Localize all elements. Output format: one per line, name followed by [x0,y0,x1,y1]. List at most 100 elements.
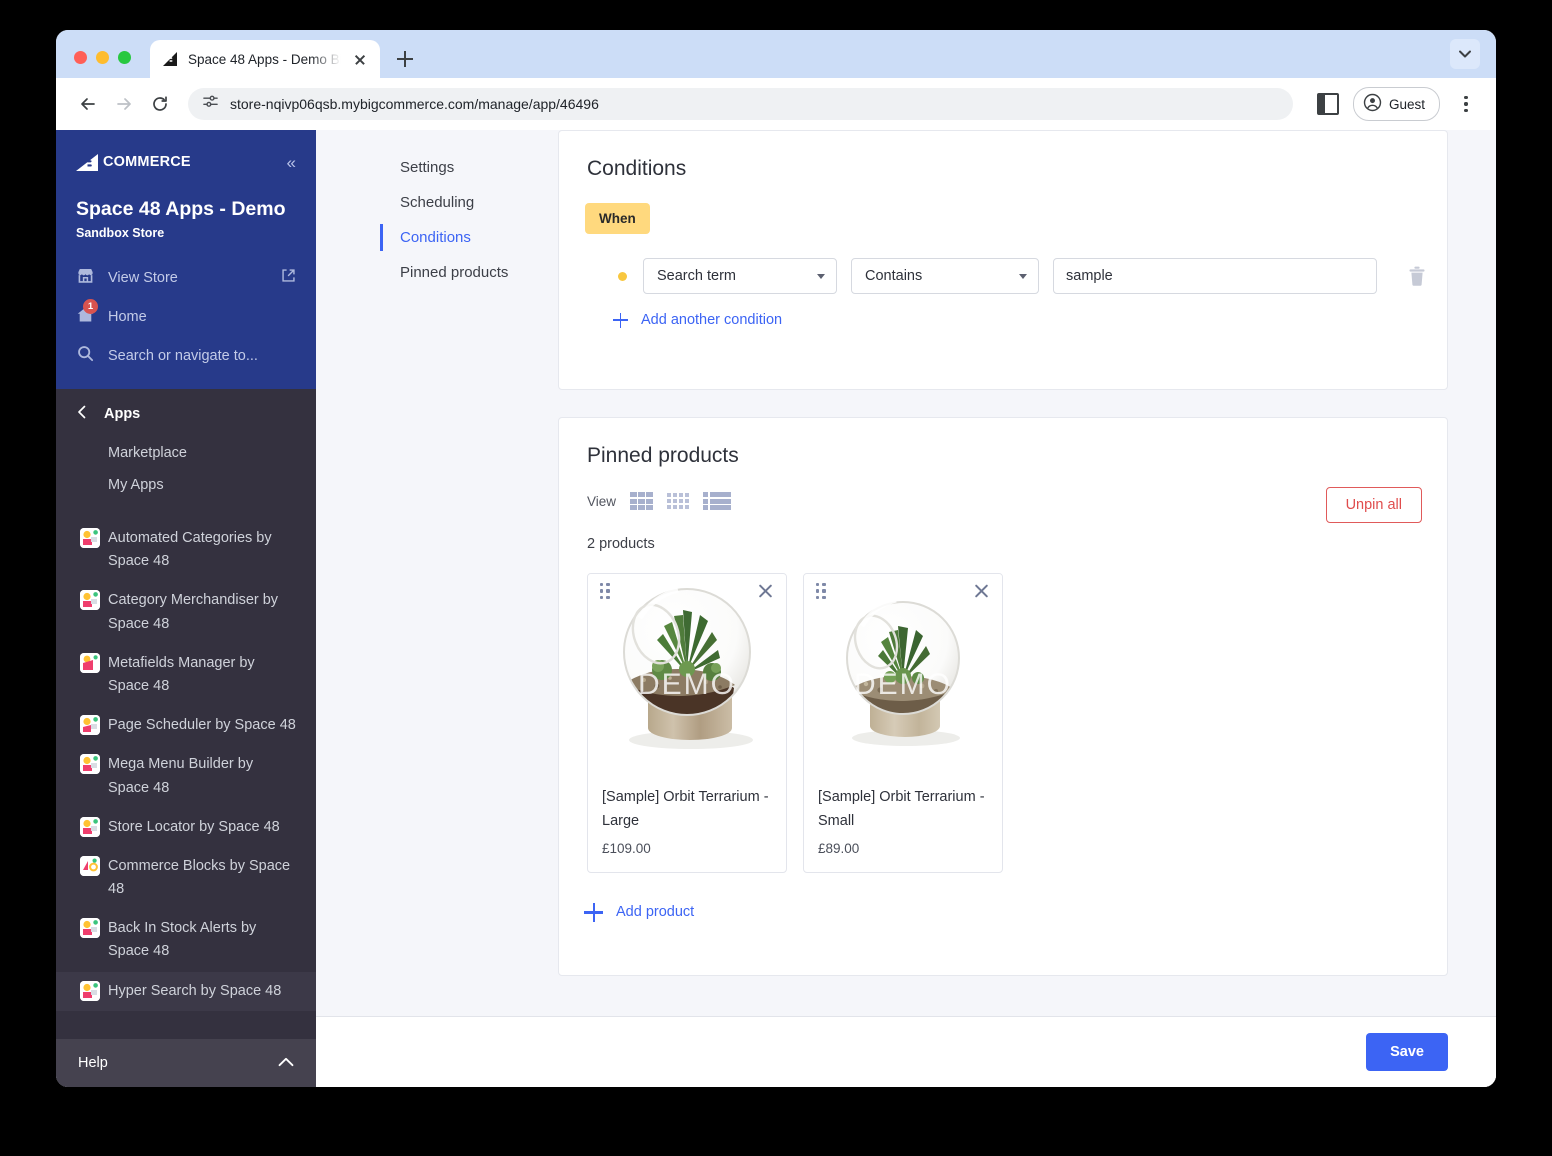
page-settings-icon[interactable] [202,93,219,115]
save-button[interactable]: Save [1366,1033,1448,1071]
view-label: View [587,493,617,509]
drag-handle-icon[interactable] [816,582,826,600]
store-subtitle: Sandbox Store [76,226,165,240]
close-icon[interactable] [757,583,774,600]
sidebar-item-marketplace[interactable]: Marketplace [56,437,316,469]
store-name: Space 48 Apps - Demo [76,198,286,220]
bigcommerce-sidebar: COMMERCE « Space 48 Apps - Demo Sandbox … [56,130,316,1087]
search-icon [76,344,95,367]
browser-toolbar: store-nqivp06qsb.mybigcommerce.com/manag… [56,78,1496,130]
nav-item-conditions[interactable]: Conditions [380,220,560,255]
condition-operator-select[interactable]: Contains [851,258,1039,294]
sidebar-app-store-locator[interactable]: Store Locator by Space 48 [56,808,316,847]
sidebar-search-label: Search or navigate to... [108,347,258,364]
store-icon [76,266,95,289]
sidebar-app-page-scheduler[interactable]: Page Scheduler by Space 48 [56,706,316,745]
sidebar-app-label: Automated Categories by Space 48 [108,530,272,570]
trash-icon[interactable] [1407,265,1427,287]
main-content: Settings Scheduling Conditions Pinned pr… [316,130,1496,1087]
sidebar-app-label: Commerce Blocks by Space 48 [108,857,291,898]
browser-window: Space 48 Apps - Demo BigCo [56,30,1496,1087]
product-title: [Sample] Orbit Terrarium - Large [602,789,769,829]
account-circle-icon [1363,93,1382,115]
profile-button[interactable]: Guest [1352,87,1440,121]
sidebar-app-mega-menu-builder[interactable]: Mega Menu Builder by Space 48 [56,745,316,807]
close-icon[interactable] [973,583,990,600]
sidebar-apps-header[interactable]: Apps [56,389,316,437]
condition-operator-value: Contains [865,268,923,284]
back-button[interactable] [72,88,104,120]
condition-bullet-icon [618,271,627,281]
add-condition-button[interactable]: Add another condition [559,294,782,328]
browser-tabstrip: Space 48 Apps - Demo BigCo [56,30,1496,78]
bigcommerce-logo-text: COMMERCE [103,154,191,170]
product-card[interactable]: DEMO [Sample] Orbit Terrarium - Large £1… [587,573,787,873]
sidebar-item-label: View Store [108,269,178,286]
sidebar-item-my-apps[interactable]: My Apps [56,469,316,501]
product-card-tools [588,574,786,608]
conditions-panel: Conditions When Search term Contains sam… [558,130,1448,390]
sidebar-item-label: Home [108,308,147,325]
minimize-window-button[interactable] [96,51,109,64]
chevron-double-left-icon[interactable]: « [287,154,296,171]
chevron-down-icon [1019,273,1027,279]
nav-item-pinned-products[interactable]: Pinned products [380,255,560,290]
app-icon [80,528,100,548]
grid-4-view-icon[interactable] [666,492,690,510]
product-card[interactable]: DEMO [Sample] Orbit Terrarium - Small £8… [803,573,1003,873]
condition-field-select[interactable]: Search term [643,258,837,294]
nav-item-scheduling[interactable]: Scheduling [380,185,560,220]
condition-value-input[interactable] [1053,258,1377,294]
bigcommerce-logo[interactable]: COMMERCE [76,153,191,171]
app-icon [80,590,100,611]
address-bar-url: store-nqivp06qsb.mybigcommerce.com/manag… [230,96,599,112]
sidebar-search[interactable]: Search or navigate to... [56,336,316,375]
chevron-up-icon[interactable] [278,1055,294,1071]
sidebar-app-metafields-manager[interactable]: Metafields Manager by Space 48 [56,644,316,706]
conditions-title: Conditions [587,157,687,180]
unpin-all-button[interactable]: Unpin all [1325,487,1422,523]
side-panel-icon[interactable] [1316,93,1339,115]
reload-button[interactable] [144,88,176,120]
sidebar-quick-links: View Store 1 Home Search or navigate to.… [56,240,316,389]
sidebar-item-home[interactable]: 1 Home [56,297,316,336]
sidebar-app-hyper-search[interactable]: Hyper Search by Space 48 [56,971,316,1011]
browser-tab[interactable]: Space 48 Apps - Demo BigCo [150,40,380,78]
kebab-menu-icon[interactable] [1452,88,1480,120]
address-bar[interactable]: store-nqivp06qsb.mybigcommerce.com/manag… [188,88,1293,120]
add-product-label: Add product [616,904,695,921]
chevron-down-icon[interactable] [1450,39,1480,69]
product-card-tools [804,574,1002,608]
app-icon [80,980,100,1001]
sidebar-item-view-store[interactable]: View Store [56,258,316,297]
sidebar-help-bar[interactable]: Help [56,1039,316,1087]
sidebar-app-automated-categories[interactable]: Automated Categories by Space 48 [56,519,316,581]
browser-tab-title: Space 48 Apps - Demo BigCo [188,51,341,67]
grid-3-view-icon[interactable] [630,492,653,510]
maximize-window-button[interactable] [118,51,131,64]
section-nav: Settings Scheduling Conditions Pinned pr… [380,150,560,290]
sidebar-app-category-merchandiser[interactable]: Category Merchandiser by Space 48 [56,581,316,643]
app-icon [80,715,100,736]
drag-handle-icon[interactable] [600,582,610,600]
add-product-button[interactable]: Add product [559,873,694,922]
external-link-icon [281,268,296,287]
sidebar-app-label: Back In Stock Alerts by Space 48 [108,920,257,960]
sidebar-app-back-in-stock-alerts[interactable]: Back In Stock Alerts by Space 48 [56,909,316,971]
bigcommerce-logo-icon [76,153,102,171]
save-bar: Save [316,1016,1496,1087]
nav-item-settings[interactable]: Settings [380,150,560,185]
pinned-products-title: Pinned products [587,444,739,467]
new-tab-button[interactable] [388,42,422,76]
close-window-button[interactable] [74,51,87,64]
sidebar-app-label: Hyper Search by Space 48 [108,982,282,999]
sidebar-app-commerce-blocks[interactable]: Commerce Blocks by Space 48 [56,847,316,909]
forward-button[interactable] [108,88,140,120]
pinned-products-panel: Pinned products View Unpin all 2 product… [558,417,1448,976]
product-card-list: DEMO [Sample] Orbit Terrarium - Large £1… [559,552,1447,873]
app-icon [80,855,100,876]
profile-label: Guest [1388,96,1425,112]
chevron-left-icon[interactable] [76,405,88,423]
close-icon[interactable] [350,49,370,69]
list-view-icon[interactable] [703,492,731,510]
